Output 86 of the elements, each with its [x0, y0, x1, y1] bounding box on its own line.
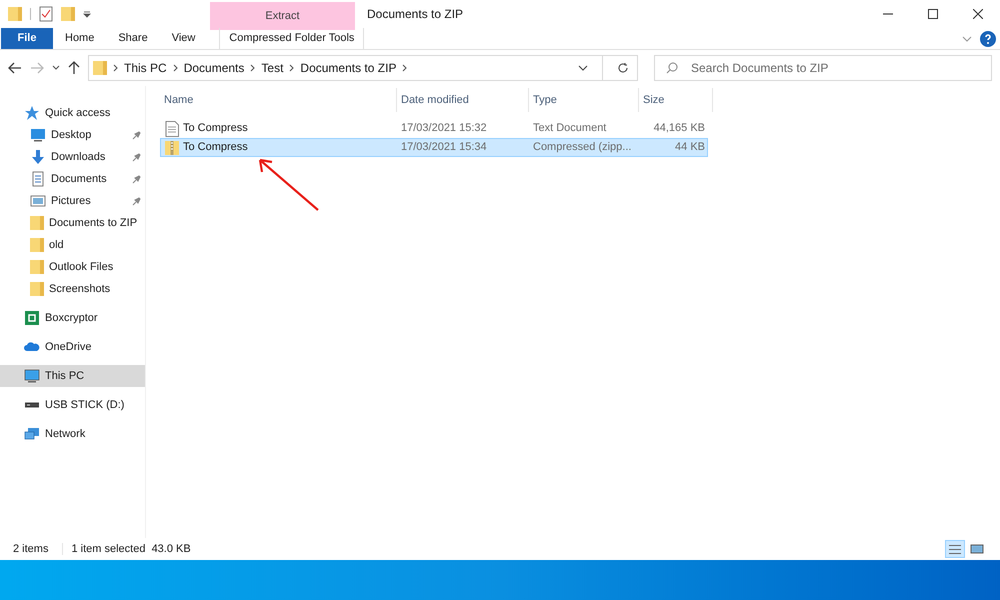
file-tab[interactable]: File — [1, 28, 53, 49]
chevron-right-icon[interactable] — [402, 64, 408, 72]
sidebar-item[interactable]: old — [0, 234, 145, 256]
network-icon — [24, 426, 40, 442]
sidebar-item[interactable]: Documents to ZIP — [0, 212, 145, 234]
ribbon-tab[interactable]: Share — [106, 28, 160, 49]
table-cell-text: Compressed (zipp... — [532, 140, 632, 156]
table-cell-text: 17/03/2021 15:34 — [400, 140, 488, 156]
file-row[interactable]: To Compress 17/03/2021 15:32 Text Document 44,165 KB — [160, 119, 708, 138]
breadcrumb[interactable]: This PC — [124, 59, 167, 77]
pin-icon — [132, 174, 141, 184]
file-name: To Compress — [183, 121, 248, 136]
context-tab-group: Extract — [210, 2, 355, 30]
search-icon — [666, 62, 678, 74]
monitor-icon — [24, 368, 40, 384]
sidebar-item[interactable]: Boxcryptor — [0, 307, 145, 329]
up-arrow-icon[interactable] — [68, 61, 80, 75]
checklist-icon[interactable] — [39, 6, 53, 22]
details-view-button[interactable] — [945, 540, 965, 558]
sidebar-item[interactable]: Network — [0, 423, 145, 445]
sidebar-item[interactable]: Outlook Files — [0, 256, 145, 278]
folder-icon — [30, 237, 44, 253]
drive-icon — [24, 402, 40, 408]
monitor-icon — [30, 127, 46, 143]
breadcrumb[interactable]: Documents to ZIP — [300, 59, 396, 77]
sidebar-item[interactable]: USB STICK (D:) — [0, 394, 145, 416]
maximize-icon — [928, 9, 938, 19]
dropdown-icon[interactable] — [83, 10, 91, 18]
sidebar-item[interactable]: Screenshots — [0, 278, 145, 300]
sidebar-item[interactable]: Desktop — [0, 124, 145, 146]
column-header[interactable]: Type — [529, 88, 639, 112]
folder-icon — [93, 60, 107, 76]
breadcrumb[interactable]: Documents — [184, 59, 244, 77]
ribbon-tab[interactable]: View — [160, 28, 208, 49]
text-file-icon — [165, 120, 179, 136]
folder-icon — [30, 259, 44, 275]
help-icon[interactable] — [980, 30, 996, 46]
chevron-right-icon[interactable] — [113, 64, 118, 72]
star-icon — [24, 105, 40, 121]
folder-icon — [30, 215, 44, 231]
pin-icon — [132, 130, 141, 140]
annotation-arrow — [256, 156, 320, 212]
table-cell-text: Text Document — [532, 121, 608, 136]
file-name: To Compress — [183, 140, 248, 156]
ribbon-tab[interactable]: Compressed Folder Tools — [219, 28, 364, 49]
close-icon — [972, 9, 982, 19]
sidebar-item[interactable]: Downloads — [0, 146, 145, 168]
sidebar-item[interactable]: Documents — [0, 168, 145, 190]
app-icon — [24, 310, 40, 326]
new-folder-icon — [61, 6, 75, 22]
selection-info: 1 item selected 43.0 KB — [71, 542, 191, 557]
search-field[interactable]: Search Documents to ZIP — [654, 55, 992, 81]
file-row[interactable]: To Compress 17/03/2021 15:34 Compressed (zipp... 44 KB — [160, 138, 708, 157]
sidebar-item[interactable]: Quick access — [0, 102, 145, 124]
table-cell-text: 17/03/2021 15:32 — [400, 121, 488, 136]
chevron-right-icon[interactable] — [172, 64, 178, 72]
chevron-right-icon[interactable] — [289, 64, 294, 72]
address-bar[interactable]: This PC Documents Test Documents to ZIP — [88, 55, 638, 81]
thumbnail-icon — [970, 543, 984, 555]
picture-icon — [30, 193, 46, 209]
table-cell-text: 44 KB — [674, 140, 706, 156]
column-header[interactable]: Size — [639, 88, 713, 112]
item-count: 2 items — [13, 542, 48, 557]
download-icon — [30, 149, 46, 165]
sidebar-item[interactable]: Pictures — [0, 190, 145, 212]
sidebar-item[interactable]: OneDrive — [0, 336, 145, 358]
chevron-right-icon[interactable] — [250, 64, 256, 72]
column-header[interactable]: Date modified — [397, 88, 529, 112]
pin-icon — [132, 196, 141, 206]
list-icon — [949, 544, 961, 554]
zip-folder-icon — [165, 140, 179, 156]
minimize-icon — [882, 13, 892, 15]
back-arrow-icon[interactable] — [8, 62, 22, 74]
pin-icon — [132, 152, 141, 162]
window-title: Documents to ZIP — [367, 6, 464, 23]
ribbon-tab[interactable]: Home — [53, 28, 106, 49]
column-header[interactable]: Name — [160, 88, 397, 112]
table-cell-text: 44,165 KB — [652, 121, 706, 136]
chevron-down-icon[interactable] — [52, 65, 60, 71]
folder-icon — [30, 281, 44, 297]
folder-icon — [8, 6, 22, 22]
refresh-icon[interactable] — [617, 62, 629, 74]
breadcrumb[interactable]: Test — [261, 59, 284, 77]
document-icon — [30, 171, 46, 187]
sidebar-item[interactable]: This PC — [0, 365, 145, 387]
chevron-down-icon[interactable] — [578, 65, 588, 71]
